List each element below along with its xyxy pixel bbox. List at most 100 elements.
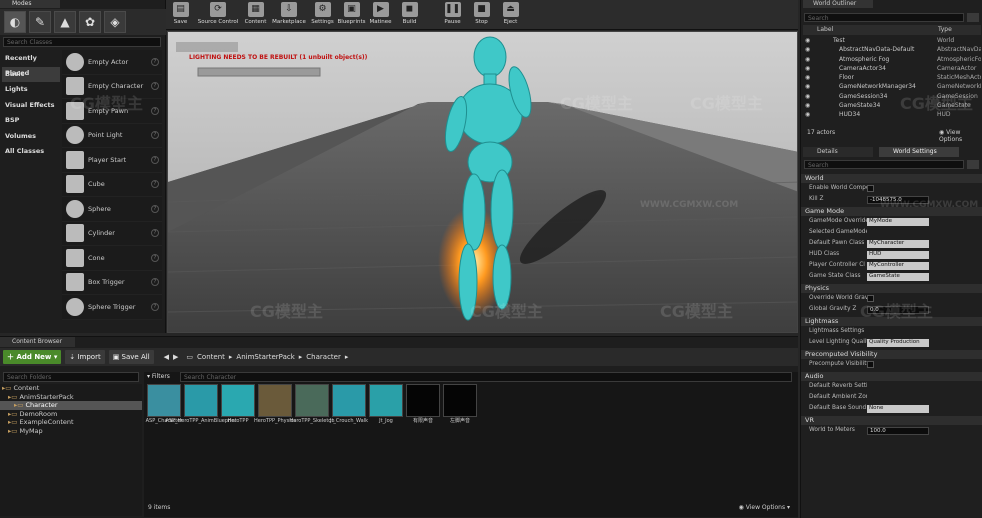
outliner-view-options[interactable]: ◉ View Options: [939, 129, 982, 143]
search-assets-input[interactable]: Search Character: [180, 372, 792, 382]
folder-node[interactable]: ▸▭ AnimStarterPack: [0, 393, 142, 402]
outliner-settings-icon[interactable]: [967, 13, 979, 22]
details-tab[interactable]: Details: [803, 147, 873, 157]
modes-tab[interactable]: Modes: [0, 0, 60, 8]
outliner-row[interactable]: ◉ Atmospheric Fog AtmosphericFog: [803, 55, 981, 64]
property-value-field[interactable]: 100.0: [867, 426, 929, 435]
category-item[interactable]: Visual Effects: [2, 98, 60, 114]
asset-tile[interactable]: 有限声音: [406, 384, 440, 434]
breadcrumb-animstarterpack[interactable]: AnimStarterPack: [236, 353, 294, 361]
asset-tile[interactable]: HeroTPP: [221, 384, 255, 434]
outliner-row[interactable]: ◉ CameraActor34 CameraActor: [803, 64, 981, 73]
outliner-row[interactable]: ◉ GameNetworkManager34 GameNetworkMa: [803, 82, 981, 91]
paint-mode-icon[interactable]: ✎: [29, 11, 51, 33]
help-icon[interactable]: ?: [151, 155, 159, 164]
search-folders-input[interactable]: Search Folders: [3, 372, 139, 382]
save-all-button[interactable]: ▣ Save All: [108, 350, 154, 364]
asset-tile[interactable]: Jt_Crouch_Walk: [330, 384, 368, 434]
category-item[interactable]: All Classes: [2, 144, 60, 160]
placeable-item[interactable]: Empty Pawn?: [62, 99, 162, 124]
placeable-item[interactable]: Cube?: [62, 172, 162, 197]
asset-tile[interactable]: HeroTPP_Skeleton: [289, 384, 335, 434]
content-browser-tab[interactable]: Content Browser: [0, 337, 75, 347]
stop-button[interactable]: ■ Stop: [467, 0, 496, 29]
category-item[interactable]: BSP: [2, 113, 60, 129]
help-icon[interactable]: ?: [151, 131, 159, 140]
folder-node[interactable]: ▸▭ ExampleContent: [0, 418, 142, 427]
outliner-row[interactable]: ◉ AbstractNavData-Default AbstractNavDataM: [803, 45, 981, 54]
outliner-row[interactable]: ◉ Test World: [803, 36, 981, 45]
folder-node[interactable]: ▸▭ Content: [0, 384, 142, 393]
placeable-item[interactable]: Box Trigger?: [62, 270, 162, 295]
landscape-mode-icon[interactable]: ▲: [54, 11, 76, 33]
back-arrow-icon[interactable]: ◀: [164, 353, 169, 361]
world-outliner-tab[interactable]: World Outliner: [803, 0, 873, 8]
help-icon[interactable]: ?: [151, 229, 159, 238]
outliner-row[interactable]: ◉ GameState34 GameState: [803, 101, 981, 110]
help-icon[interactable]: ?: [151, 278, 159, 287]
asset-tile[interactable]: 左脚声音: [443, 384, 477, 434]
outliner-row[interactable]: ◉ GameSession34 GameSession: [803, 92, 981, 101]
property-value-field[interactable]: -1048575.0: [867, 195, 929, 204]
content-button[interactable]: ▦ Content: [241, 0, 270, 29]
visibility-eye-icon[interactable]: ◉: [805, 45, 810, 54]
placeable-item[interactable]: Player Start?: [62, 148, 162, 173]
visibility-eye-icon[interactable]: ◉: [805, 55, 810, 64]
placeable-item[interactable]: Point Light?: [62, 123, 162, 148]
property-dropdown[interactable]: HUD: [867, 250, 929, 259]
details-section-header[interactable]: Audio: [801, 372, 982, 381]
placeable-item[interactable]: Sphere Trigger?: [62, 295, 162, 320]
details-search-input[interactable]: Search: [804, 160, 964, 169]
placeable-item[interactable]: Empty Character?: [62, 74, 162, 99]
details-section-header[interactable]: VR: [801, 416, 982, 425]
visibility-eye-icon[interactable]: ◉: [805, 82, 810, 91]
placeable-item[interactable]: Empty Actor?: [62, 50, 162, 75]
level-viewport[interactable]: LIGHTING NEEDS TO BE REBUILT (1 unbuilt …: [167, 31, 798, 333]
property-checkbox[interactable]: [867, 295, 874, 302]
help-icon[interactable]: ?: [151, 204, 159, 213]
details-grid-icon[interactable]: [967, 160, 979, 169]
category-item[interactable]: Volumes: [2, 129, 60, 145]
outliner-row[interactable]: ◉ HUD34 HUD: [803, 110, 981, 119]
property-dropdown[interactable]: MyController: [867, 261, 929, 270]
col-type[interactable]: Type: [938, 25, 952, 35]
blueprints-button[interactable]: ▣ Blueprints: [337, 0, 366, 29]
col-label[interactable]: Label: [817, 25, 833, 35]
visibility-eye-icon[interactable]: ◉: [805, 110, 810, 119]
outliner-row[interactable]: ◉ Floor StaticMeshActor: [803, 73, 981, 82]
add-new-button[interactable]: ＋ Add New ▾: [3, 350, 62, 364]
filters-button[interactable]: ▾ Filters: [147, 372, 170, 382]
folder-node[interactable]: ▸▭ DemoRoom: [0, 410, 142, 419]
pause-button[interactable]: ❚❚ Pause: [438, 0, 467, 29]
build-button[interactable]: ◼ Build: [395, 0, 424, 29]
foliage-mode-icon[interactable]: ✿: [79, 11, 101, 33]
geometry-mode-icon[interactable]: ◈: [104, 11, 126, 33]
placeable-item[interactable]: Sphere?: [62, 197, 162, 222]
details-section-header[interactable]: Lightmass: [801, 317, 982, 326]
property-dropdown[interactable]: Quality Production: [867, 338, 929, 347]
eject-button[interactable]: ⏏ Eject: [496, 0, 525, 29]
help-icon[interactable]: ?: [151, 106, 159, 115]
help-icon[interactable]: ?: [151, 180, 159, 189]
help-icon[interactable]: ?: [151, 302, 159, 311]
visibility-eye-icon[interactable]: ◉: [805, 101, 810, 110]
forward-arrow-icon[interactable]: ▶: [173, 353, 178, 361]
breadcrumb-content[interactable]: Content: [197, 353, 225, 361]
property-dropdown[interactable]: None: [867, 404, 929, 413]
import-button[interactable]: ⇣ Import: [65, 350, 105, 364]
breadcrumb-character[interactable]: Character: [306, 353, 341, 361]
property-dropdown[interactable]: MyMode: [867, 217, 929, 226]
world-settings-tab[interactable]: World Settings: [879, 147, 959, 157]
visibility-eye-icon[interactable]: ◉: [805, 92, 810, 101]
category-item[interactable]: Recently Placed: [2, 51, 60, 77]
asset-tile[interactable]: ASP_HeroTPP_AnimBlueprint: [165, 384, 237, 434]
visibility-eye-icon[interactable]: ◉: [805, 64, 810, 73]
category-item[interactable]: Basic: [2, 66, 60, 82]
source-control-button[interactable]: ⟳ Source Control: [195, 0, 241, 29]
property-dropdown[interactable]: GameState: [867, 272, 929, 281]
visibility-eye-icon[interactable]: ◉: [805, 36, 810, 45]
view-options-button[interactable]: ◉ View Options ▾: [739, 504, 790, 511]
help-icon[interactable]: ?: [151, 57, 159, 66]
category-item[interactable]: Lights: [2, 82, 60, 98]
matinee-button[interactable]: ▶ Matinee: [366, 0, 395, 29]
